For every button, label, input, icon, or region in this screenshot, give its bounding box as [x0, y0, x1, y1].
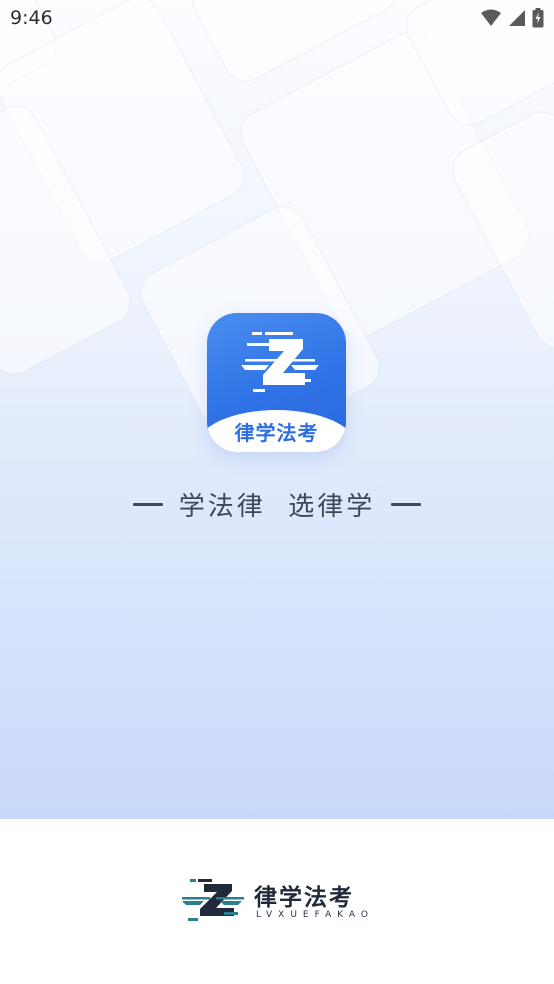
signal-icon — [508, 9, 526, 31]
status-bar: 9:46 — [0, 0, 554, 38]
splash-background: 9:46 律学法考 学法律 选律学 — [0, 0, 554, 819]
slogan-text: 学法律 选律学 — [178, 491, 376, 522]
wifi-icon — [480, 9, 502, 31]
footer-brand-logo: 律学法考 LVXUEFAKAO — [180, 876, 380, 926]
battery-charging-icon — [532, 8, 544, 32]
status-icons — [480, 8, 544, 32]
slogan: 学法律 选律学 — [0, 484, 554, 524]
footer: 律学法考 LVXUEFAKAO — [0, 819, 554, 984]
slogan-left-dash — [132, 502, 163, 506]
app-icon-label: 律学法考 — [234, 421, 319, 445]
app-logo-icon: 律学法考 — [207, 313, 346, 452]
brand-pinyin: LVXUEFAKAO — [256, 910, 374, 920]
brand-name: 律学法考 — [254, 885, 354, 911]
z-scale-icon — [241, 332, 319, 392]
status-time: 9:46 — [10, 7, 53, 29]
slogan-right-dash — [391, 502, 422, 506]
brand-mark-icon — [182, 879, 244, 921]
